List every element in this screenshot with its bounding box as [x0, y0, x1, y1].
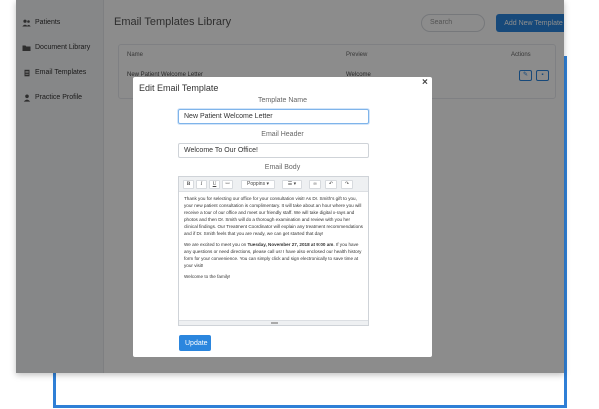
frame-line-right: [564, 56, 567, 408]
email-header-label: Email Header: [261, 131, 304, 138]
eraser-icon[interactable]: ꟷ: [222, 180, 233, 189]
list-style-dropdown[interactable]: ☰ ▾: [282, 180, 302, 189]
undo-icon[interactable]: ↶: [325, 180, 337, 189]
edit-template-modal: Edit Email Template × Template Name New …: [133, 77, 432, 357]
body-paragraph: Thank you for selecting our office for y…: [184, 196, 363, 236]
link-icon[interactable]: ∞: [309, 180, 321, 189]
body-paragraph: Welcome to the family!: [184, 274, 231, 279]
template-name-field[interactable]: New Patient Welcome Letter: [178, 109, 369, 124]
email-header-field[interactable]: Welcome To Our Office!: [178, 143, 369, 158]
template-name-label: Template Name: [257, 97, 308, 104]
editor-toolbar: B I U ꟷ Poppins ▾ ☰ ▾ ∞ ↶ ↷: [179, 177, 368, 192]
grip-icon: [271, 322, 278, 324]
italic-button[interactable]: I: [196, 180, 207, 189]
email-body-content[interactable]: Thank you for selecting our office for y…: [184, 195, 364, 284]
redo-icon[interactable]: ↷: [341, 180, 353, 189]
font-family-select[interactable]: Poppins ▾: [241, 180, 275, 189]
update-button[interactable]: Update: [179, 335, 211, 351]
frame-line-bottom: [53, 405, 567, 408]
email-body-label: Email Body: [264, 164, 301, 171]
frame-line-left: [53, 373, 56, 408]
modal-title: Edit Email Template: [139, 83, 219, 93]
editor-resize-handle[interactable]: [179, 320, 368, 325]
underline-button[interactable]: U: [209, 180, 220, 189]
bold-button[interactable]: B: [183, 180, 194, 189]
email-body-editor[interactable]: B I U ꟷ Poppins ▾ ☰ ▾ ∞ ↶ ↷ Thank you fo…: [178, 176, 369, 326]
close-icon[interactable]: ×: [422, 77, 428, 88]
body-paragraph: We are excited to meet you on Tuesday, N…: [184, 242, 362, 268]
